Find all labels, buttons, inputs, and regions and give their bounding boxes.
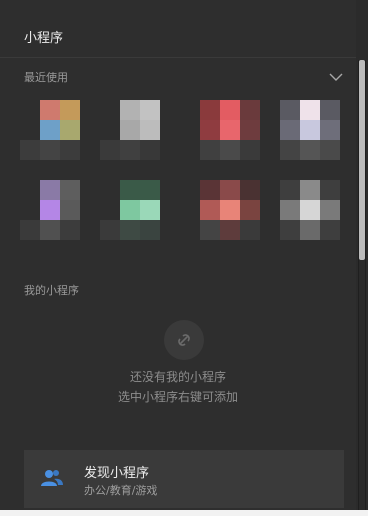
recent-apps-grid <box>20 100 340 260</box>
scrollbar-thumb[interactable] <box>359 60 365 260</box>
window-bottom-edge <box>0 510 368 516</box>
mini-program-panel: 小程序 最近使用 我的小程序 还没有我的小程序 选中小程序右键可添加 发现小程序… <box>0 0 356 510</box>
recent-section-label: 最近使用 <box>24 71 68 84</box>
recent-app-tile[interactable] <box>20 100 80 160</box>
scrollbar[interactable] <box>358 60 366 510</box>
empty-state-line1: 还没有我的小程序 <box>129 370 226 384</box>
recent-app-tile[interactable] <box>280 100 340 160</box>
my-mini-programs-label: 我的小程序 <box>24 284 79 297</box>
chevron-down-icon[interactable] <box>328 68 344 81</box>
recent-app-tile[interactable] <box>280 180 340 240</box>
discover-mini-programs-button[interactable]: 发现小程序 办公/教育/游戏 <box>24 450 344 508</box>
mini-program-link-icon <box>164 320 204 360</box>
recent-app-tile[interactable] <box>200 100 260 160</box>
users-icon <box>40 468 64 492</box>
header-divider <box>0 57 356 58</box>
discover-title: 发现小程序 <box>84 466 150 481</box>
recent-app-tile[interactable] <box>100 100 160 160</box>
empty-state-line2: 选中小程序右键可添加 <box>117 390 238 404</box>
recent-app-tile[interactable] <box>100 180 160 240</box>
discover-subtitle: 办公/教育/游戏 <box>84 484 158 497</box>
scrollbar-track <box>359 260 365 510</box>
page-title: 小程序 <box>24 31 64 46</box>
recent-app-tile[interactable] <box>20 180 80 240</box>
recent-app-tile[interactable] <box>200 180 260 240</box>
